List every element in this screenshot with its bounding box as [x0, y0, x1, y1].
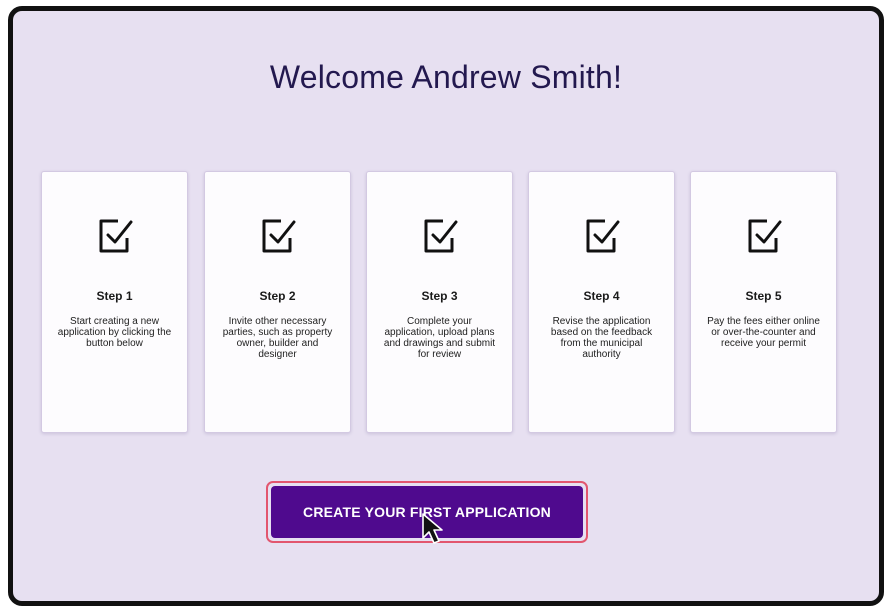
- checklist-icon: [424, 219, 457, 253]
- step-card-4: Step 4 Revise the application based on t…: [528, 171, 675, 433]
- checklist-icon: [748, 219, 781, 253]
- step-description: Start creating a new application by clic…: [57, 316, 172, 349]
- mouse-cursor-icon: [422, 513, 443, 544]
- step-title: Step 2: [259, 289, 296, 303]
- page-title: Welcome Andrew Smith!: [269, 59, 623, 95]
- checklist-icon: [262, 219, 295, 253]
- step-title: Step 1: [96, 289, 133, 303]
- step-card-5: Step 5 Pay the fees either online or ove…: [690, 171, 837, 433]
- step-card-1: Step 1 Start creating a new application …: [41, 171, 188, 433]
- step-title: Step 3: [421, 289, 458, 303]
- checklist-icon: [99, 219, 132, 253]
- step-title: Step 5: [745, 289, 782, 303]
- step-card-3: Step 3 Complete your application, upload…: [366, 171, 513, 433]
- step-card-2: Step 2 Invite other necessary parties, s…: [204, 171, 351, 433]
- checklist-icon: [586, 219, 619, 253]
- step-description: Pay the fees either online or over-the-c…: [707, 316, 820, 349]
- step-title: Step 4: [583, 289, 620, 303]
- steps-row: Step 1 Start creating a new application …: [41, 171, 841, 435]
- step-description: Complete your application, upload plans …: [383, 316, 496, 360]
- step-description: Invite other necessary parties, such as …: [222, 316, 333, 360]
- step-description: Revise the application based on the feed…: [550, 316, 653, 360]
